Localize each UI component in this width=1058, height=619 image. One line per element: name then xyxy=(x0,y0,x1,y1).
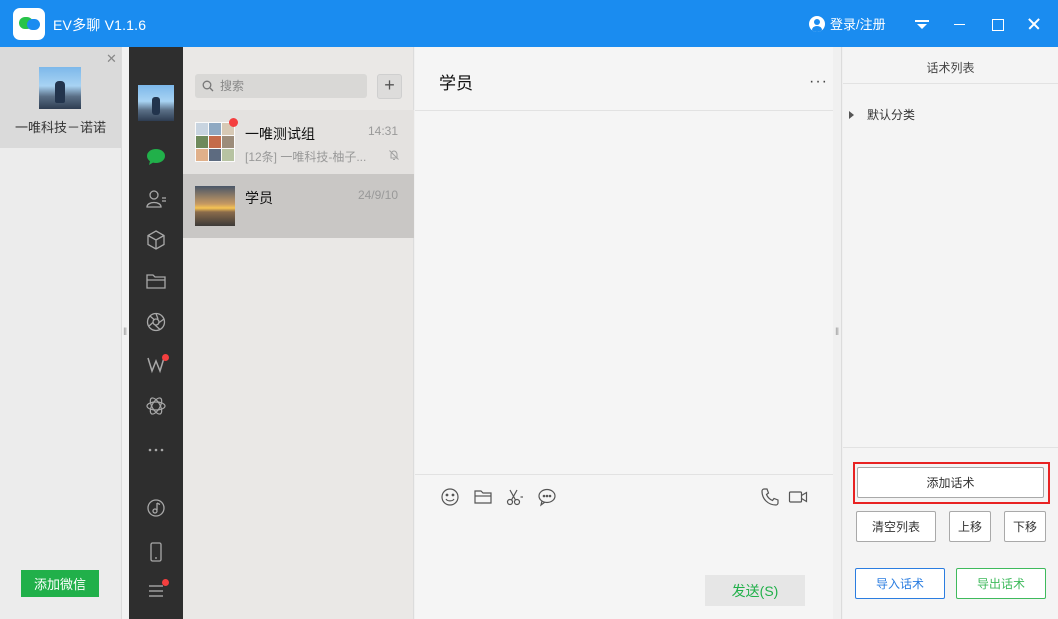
maximize-icon[interactable] xyxy=(985,12,1009,36)
divider xyxy=(843,447,1058,448)
chat-icon[interactable] xyxy=(143,144,169,170)
send-button[interactable]: 发送(S) xyxy=(705,575,805,606)
chat-panel: 学员 ··· 发送(S) xyxy=(415,47,833,619)
clear-list-button[interactable]: 清空列表 xyxy=(856,511,936,542)
account-card[interactable]: 一唯科技－诺诺 ✕ xyxy=(0,47,121,148)
group-avatar xyxy=(195,122,235,162)
dropdown-menu-icon[interactable] xyxy=(910,12,934,36)
icon-sidebar xyxy=(129,47,183,619)
phrases-panel: 话术列表 默认分类 添加话术 清空列表 上移 下移 导入话术 导出话术 xyxy=(843,47,1058,619)
emoji-icon[interactable] xyxy=(440,487,460,507)
conversation-name: 一唯测试组 xyxy=(245,126,315,142)
conversation-name: 学员 xyxy=(245,190,273,206)
login-button[interactable]: 登录/注册 xyxy=(809,14,886,33)
divider xyxy=(415,110,833,111)
unread-dot xyxy=(162,579,169,586)
conversation-time: 24/9/10 xyxy=(357,188,398,202)
conversation-list: + 一唯测试组 14:31 [12条] 一唯科技-柚子... 学员 24/9/1… xyxy=(183,47,414,619)
import-phrases-button[interactable]: 导入话术 xyxy=(855,568,945,599)
phrases-title: 话术列表 xyxy=(926,61,975,75)
more-icon[interactable] xyxy=(143,437,169,463)
chat-title: 学员 xyxy=(439,74,473,93)
export-phrases-button[interactable]: 导出话术 xyxy=(956,568,1046,599)
close-icon[interactable] xyxy=(1022,12,1046,36)
minimize-icon[interactable] xyxy=(948,12,972,36)
account-panel: 一唯科技－诺诺 ✕ 添加微信 xyxy=(0,47,122,619)
unread-dot xyxy=(162,354,169,361)
atom-icon[interactable] xyxy=(143,393,169,419)
add-phrase-button[interactable]: 添加话术 xyxy=(857,467,1044,498)
divider xyxy=(843,83,1058,84)
divider xyxy=(415,474,833,475)
phone-call-icon[interactable] xyxy=(760,487,780,507)
title-bar: EV多聊 V1.1.6 登录/注册 xyxy=(0,0,1058,47)
comment-icon[interactable] xyxy=(537,487,557,507)
mute-bell-icon xyxy=(389,150,399,160)
login-label: 登录/注册 xyxy=(830,17,886,32)
phone-icon[interactable] xyxy=(143,539,169,565)
more-options-button[interactable]: ··· xyxy=(809,74,828,90)
category-item[interactable]: 默认分类 xyxy=(849,106,915,123)
music-note-icon[interactable] xyxy=(143,495,169,521)
avatar xyxy=(195,186,235,226)
panel-splitter[interactable]: ‖ xyxy=(122,47,129,619)
search-icon xyxy=(202,80,214,92)
move-down-button[interactable]: 下移 xyxy=(1004,511,1046,542)
unread-dot xyxy=(229,118,238,127)
app-title: EV多聊 V1.1.6 xyxy=(53,17,147,33)
category-label: 默认分类 xyxy=(867,108,916,122)
conversation-preview: [12条] 一唯科技-柚子... xyxy=(245,150,367,164)
conversation-item[interactable]: 学员 24/9/10 xyxy=(183,174,414,238)
video-call-icon[interactable] xyxy=(788,487,808,507)
close-account-icon[interactable]: ✕ xyxy=(106,51,117,67)
search-box[interactable] xyxy=(195,74,367,98)
avatar xyxy=(39,67,81,109)
account-name: 一唯科技－诺诺 xyxy=(14,120,106,135)
scissors-icon[interactable] xyxy=(505,487,525,507)
add-wechat-button[interactable]: 添加微信 xyxy=(21,570,99,597)
conversation-time: 14:31 xyxy=(367,124,398,138)
expand-arrow-icon xyxy=(849,110,854,119)
cube-icon[interactable] xyxy=(143,227,169,253)
search-input[interactable] xyxy=(220,79,360,93)
aperture-icon[interactable] xyxy=(143,309,169,335)
contacts-icon[interactable] xyxy=(143,186,169,212)
panel-splitter[interactable]: ‖ xyxy=(833,47,842,619)
avatar[interactable] xyxy=(138,85,174,121)
add-conversation-button[interactable]: + xyxy=(377,74,402,99)
app-logo xyxy=(13,8,45,40)
move-up-button[interactable]: 上移 xyxy=(949,511,991,542)
folder-icon[interactable] xyxy=(473,487,493,507)
conversation-item[interactable]: 一唯测试组 14:31 [12条] 一唯科技-柚子... xyxy=(183,110,414,174)
user-icon xyxy=(809,15,825,32)
folder-icon[interactable] xyxy=(143,268,169,294)
